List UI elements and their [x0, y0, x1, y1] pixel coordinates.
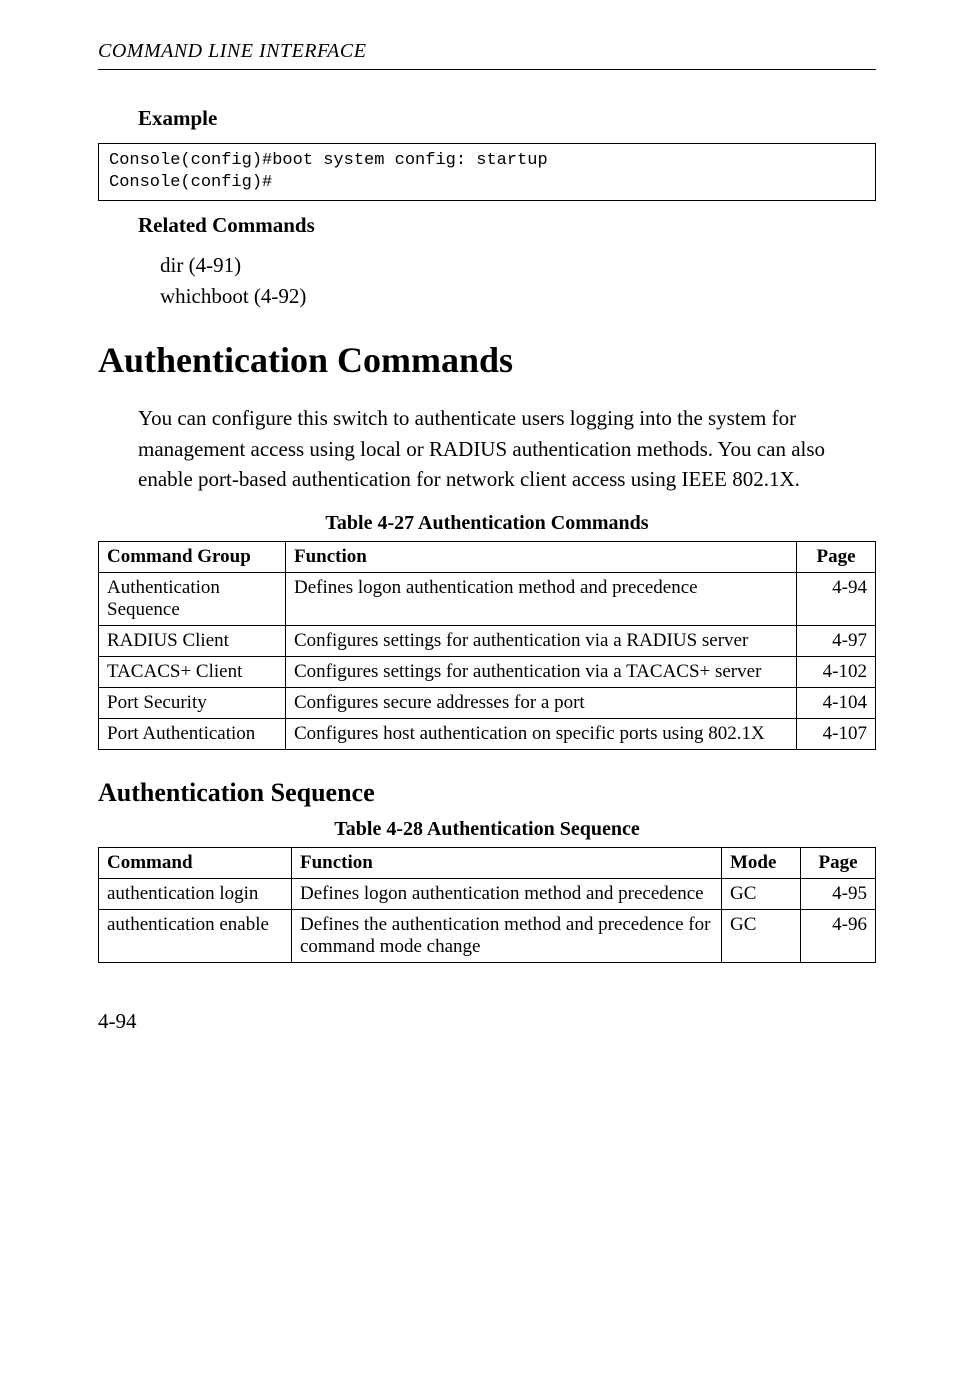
- table-row: RADIUS Client Configures settings for au…: [99, 626, 876, 657]
- cell-function: Configures secure addresses for a port: [286, 688, 797, 719]
- cell-function: Defines logon authentication method and …: [286, 573, 797, 626]
- authentication-sequence-table: Command Function Mode Page authenticatio…: [98, 847, 876, 963]
- cell-page: 4-107: [797, 719, 876, 750]
- cell-function: Configures settings for authentication v…: [286, 626, 797, 657]
- cell-page: 4-102: [797, 657, 876, 688]
- table-row: authentication enable Defines the authen…: [99, 910, 876, 963]
- cell-group: Authentication Sequence: [99, 573, 286, 626]
- cell-command: authentication login: [99, 879, 292, 910]
- running-head: COMMAND LINE INTERFACE: [98, 40, 876, 63]
- cell-function: Defines logon authentication method and …: [292, 879, 722, 910]
- related-item: dir (4-91): [160, 250, 876, 280]
- example-heading: Example: [138, 106, 876, 131]
- cell-group: Port Security: [99, 688, 286, 719]
- related-item: whichboot (4-92): [160, 281, 876, 311]
- table-1-caption: Table 4-27 Authentication Commands: [98, 512, 876, 535]
- table-row: Port Authentication Configures host auth…: [99, 719, 876, 750]
- th-page: Page: [797, 542, 876, 573]
- cell-function: Configures settings for authentication v…: [286, 657, 797, 688]
- related-commands-list: dir (4-91) whichboot (4-92): [160, 250, 876, 311]
- cell-group: Port Authentication: [99, 719, 286, 750]
- intro-paragraph: You can configure this switch to authent…: [138, 403, 876, 494]
- table-row: Port Security Configures secure addresse…: [99, 688, 876, 719]
- table-row: Authentication Sequence Defines logon au…: [99, 573, 876, 626]
- cell-page: 4-96: [801, 910, 876, 963]
- example-code-block: Console(config)#boot system config: star…: [98, 143, 876, 201]
- table-row: authentication login Defines logon authe…: [99, 879, 876, 910]
- cell-command: authentication enable: [99, 910, 292, 963]
- table-2-caption: Table 4-28 Authentication Sequence: [98, 818, 876, 841]
- cell-function: Defines the authentication method and pr…: [292, 910, 722, 963]
- th-function: Function: [292, 848, 722, 879]
- cell-mode: GC: [722, 910, 801, 963]
- page: COMMAND LINE INTERFACE Example Console(c…: [0, 0, 954, 1074]
- page-number: 4-94: [98, 1009, 876, 1034]
- th-function: Function: [286, 542, 797, 573]
- cell-page: 4-94: [797, 573, 876, 626]
- authentication-commands-table: Command Group Function Page Authenticati…: [98, 541, 876, 750]
- th-command: Command: [99, 848, 292, 879]
- cell-page: 4-95: [801, 879, 876, 910]
- cell-group: TACACS+ Client: [99, 657, 286, 688]
- cell-page: 4-97: [797, 626, 876, 657]
- section-title: Authentication Commands: [98, 339, 876, 381]
- related-commands-heading: Related Commands: [138, 213, 876, 238]
- th-mode: Mode: [722, 848, 801, 879]
- cell-mode: GC: [722, 879, 801, 910]
- head-rule: [98, 69, 876, 70]
- th-page: Page: [801, 848, 876, 879]
- cell-function: Configures host authentication on specif…: [286, 719, 797, 750]
- cell-group: RADIUS Client: [99, 626, 286, 657]
- table-header-row: Command Function Mode Page: [99, 848, 876, 879]
- subsection-title: Authentication Sequence: [98, 778, 876, 808]
- table-header-row: Command Group Function Page: [99, 542, 876, 573]
- cell-page: 4-104: [797, 688, 876, 719]
- table-row: TACACS+ Client Configures settings for a…: [99, 657, 876, 688]
- th-command-group: Command Group: [99, 542, 286, 573]
